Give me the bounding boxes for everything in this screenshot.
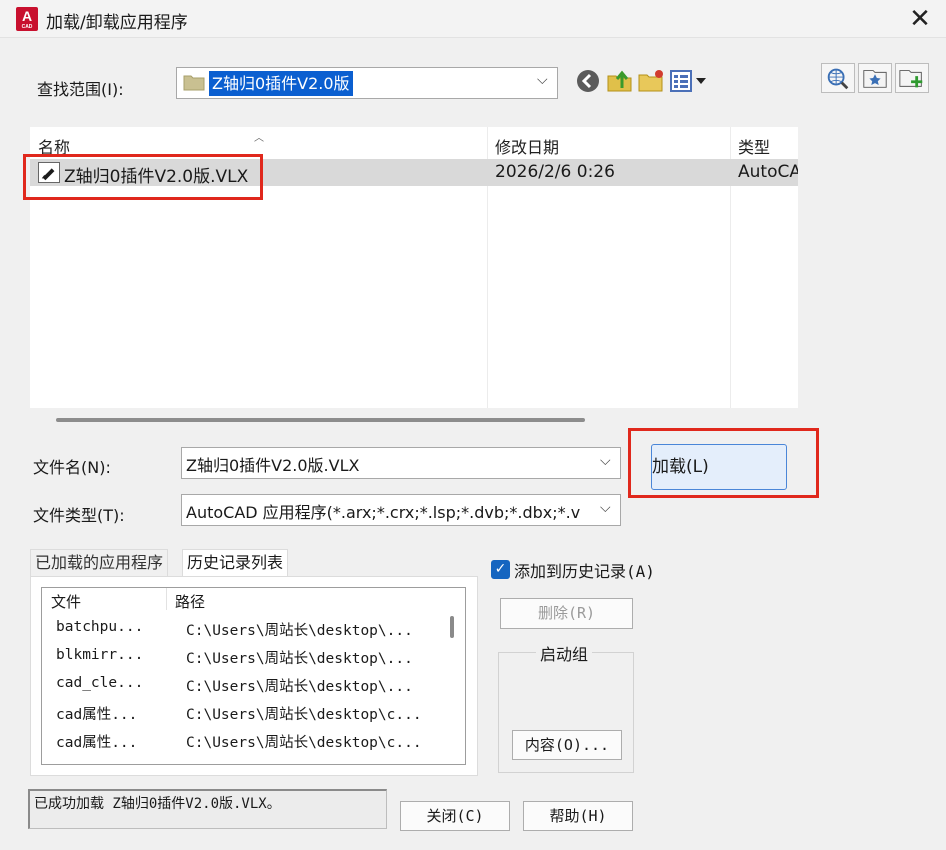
search-web-icon[interactable] (821, 63, 855, 93)
history-path: C:\Users\周站长\desktop\... (186, 651, 413, 667)
history-file[interactable]: cad属性... (56, 731, 137, 752)
delete-button[interactable]: 删除(R) (500, 598, 633, 629)
vlx-file-icon (38, 162, 60, 183)
autocad-app-icon: A CAD (16, 7, 38, 31)
tab-history-list[interactable]: 历史记录列表 (182, 549, 289, 577)
load-button[interactable]: 加载(L) (651, 444, 787, 490)
lookin-dropdown[interactable]: Z轴归0插件V2.0版 ⌵ (176, 67, 558, 99)
up-one-level-icon[interactable] (606, 66, 634, 94)
history-column-path[interactable]: 路径 (175, 591, 205, 612)
chevron-down-icon: ⌵ (600, 500, 611, 516)
new-folder-icon[interactable] (637, 67, 665, 95)
file-row[interactable]: Z轴归0插件V2.0版.VLX 2026/2/6 0:26 AutoCAD (30, 159, 798, 187)
history-path: C:\Users\周站长\desktop\c... (186, 735, 422, 751)
filename-label: 文件名(N): (33, 458, 111, 477)
help-button[interactable]: 帮助(H) (523, 801, 633, 831)
history-path: C:\Users\周站长\desktop\... (186, 623, 413, 639)
history-file[interactable]: batchpu... (56, 619, 143, 635)
filetype-value: AutoCAD 应用程序(*.arx;*.crx;*.lsp;*.dvb;*.d… (186, 503, 581, 522)
history-file[interactable]: cad属性... (56, 703, 137, 724)
filename-input[interactable]: Z轴归0插件V2.0版.VLX ⌵ (181, 447, 621, 479)
file-type: AutoCAD (738, 162, 798, 182)
vertical-scrollbar[interactable] (450, 616, 454, 638)
views-menu-icon[interactable] (669, 68, 709, 94)
status-bar: 已成功加载 Z轴归0插件V2.0版.VLX。 (28, 789, 387, 829)
title-bar: A CAD 加载/卸载应用程序 ✕ (0, 0, 946, 38)
window-title: 加载/卸载应用程序 (46, 13, 188, 33)
history-file[interactable]: cad_cle... (56, 675, 143, 691)
column-header-modified[interactable]: 修改日期 (495, 134, 559, 158)
lookin-value: Z轴归0插件V2.0版 (209, 71, 353, 96)
history-column-file[interactable]: 文件 (51, 591, 81, 612)
app-icon-letter: A (21, 8, 33, 24)
file-list[interactable]: 名称 ︿ 修改日期 类型 Z轴归0插件V2.0版.VLX 2026/2/6 0:… (30, 127, 798, 408)
column-divider (166, 588, 167, 610)
history-path: C:\Users\周站长\desktop\c... (186, 707, 422, 723)
app-icon-caption: CAD (21, 24, 33, 30)
file-modified: 2026/2/6 0:26 (495, 162, 615, 182)
add-to-history-checkbox[interactable]: ✓ (491, 560, 510, 579)
filetype-dropdown[interactable]: AutoCAD 应用程序(*.arx;*.crx;*.lsp;*.dvb;*.d… (181, 494, 621, 526)
add-to-history-label[interactable]: 添加到历史记录(A) (514, 558, 655, 582)
history-list[interactable]: 文件 路径 batchpu... C:\Users\周站长\desktop\..… (41, 587, 466, 765)
history-panel: 文件 路径 batchpu... C:\Users\周站长\desktop\..… (30, 576, 478, 776)
tab-loaded-applications[interactable]: 已加载的应用程序 (30, 549, 169, 577)
chevron-down-icon: ⌵ (600, 453, 611, 469)
back-icon[interactable] (574, 67, 602, 95)
column-header-name[interactable]: 名称 (38, 134, 70, 158)
add-to-favorites-icon[interactable] (895, 63, 929, 93)
filename-value: Z轴归0插件V2.0版.VLX (186, 456, 360, 475)
file-name: Z轴归0插件V2.0版.VLX (64, 167, 249, 187)
close-button[interactable]: 关闭(C) (400, 801, 510, 831)
filetype-label: 文件类型(T): (33, 506, 125, 525)
column-header-type[interactable]: 类型 (738, 134, 770, 158)
sort-ascending-icon: ︿ (254, 133, 264, 144)
history-path: C:\Users\周站长\desktop\... (186, 679, 413, 695)
startup-suite-label: 启动组 (536, 641, 593, 665)
horizontal-scrollbar[interactable] (56, 418, 585, 422)
status-text: 已成功加载 Z轴归0插件V2.0版.VLX。 (34, 796, 281, 812)
chevron-down-icon: ⌵ (537, 72, 548, 88)
favorites-icon[interactable] (858, 63, 892, 93)
history-file[interactable]: blkmirr... (56, 647, 143, 663)
close-icon[interactable]: ✕ (900, 2, 940, 36)
lookin-label: 查找范围(I): (37, 80, 124, 99)
contents-button[interactable]: 内容(O)... (512, 730, 622, 760)
folder-icon (183, 75, 205, 91)
